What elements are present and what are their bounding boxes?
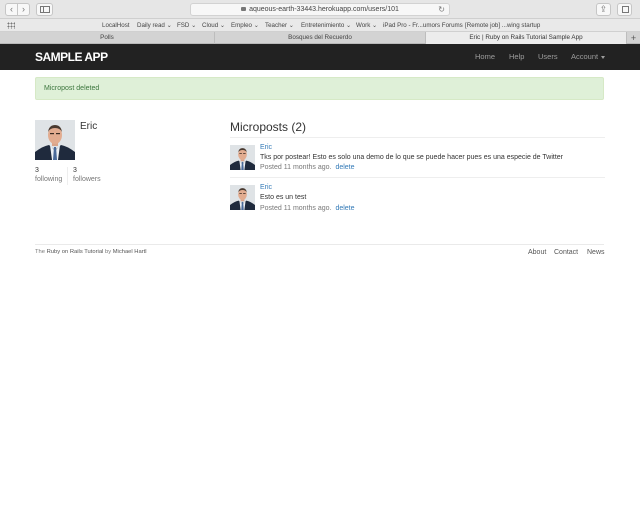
nav-home[interactable]: Home	[475, 44, 495, 70]
reload-icon[interactable]: ↻	[438, 4, 445, 15]
micropost-avatar[interactable]	[230, 145, 255, 170]
tabs-icon	[622, 6, 629, 13]
micropost-timestamp: Posted 11 months ago. delete	[260, 205, 355, 212]
bookmark-empleo[interactable]: Empleo ⌄	[231, 19, 259, 32]
stats-divider	[67, 167, 68, 185]
app-navbar: SAMPLE APP Home Help Users Account	[0, 44, 640, 70]
footer-about-link[interactable]: About	[528, 249, 546, 256]
address-bar[interactable]: aqueous-earth-33443.herokuapp.com/users/…	[190, 3, 450, 16]
sidebar-icon	[40, 6, 50, 13]
nav-users[interactable]: Users	[538, 44, 558, 70]
flash-message: Micropost deleted	[44, 85, 100, 92]
footer-by: by	[104, 249, 112, 255]
bookmark-localhost[interactable]: LocalHost	[102, 19, 130, 32]
tab-bar: Polls Bosques del Recuerdo Eric | Ruby o…	[0, 32, 640, 44]
share-button[interactable]: ⇪	[596, 3, 611, 16]
tab-polls[interactable]: Polls	[0, 32, 215, 44]
flash-success: Micropost deleted	[35, 77, 604, 100]
followers-count[interactable]: 3	[73, 167, 77, 174]
timestamp-text: Posted 11 months ago.	[260, 205, 332, 212]
sidebar-toggle-button[interactable]	[36, 3, 53, 16]
micropost-avatar[interactable]	[230, 185, 255, 210]
share-icon: ⇪	[599, 4, 608, 14]
lock-icon	[241, 7, 247, 11]
tab-overview-button[interactable]	[617, 3, 632, 16]
followers-label[interactable]: followers	[73, 176, 101, 183]
micropost-content: Tks por postear! Esto es solo una demo d…	[260, 154, 564, 161]
rails-tutorial-link[interactable]: Ruby on Rails Tutorial	[47, 249, 104, 255]
bookmark-remote-job[interactable]: [Remote job] ...wing startup	[465, 19, 540, 32]
footer-divider	[35, 244, 604, 245]
profile-avatar	[35, 120, 75, 160]
forward-button[interactable]: ›	[17, 3, 30, 16]
plus-icon: +	[630, 33, 637, 43]
chevron-left-icon: ‹	[10, 4, 13, 14]
profile-name: Eric	[80, 121, 98, 132]
grid-icon[interactable]	[7, 22, 15, 29]
bookmark-work[interactable]: Work ⌄	[356, 19, 377, 32]
footer-news-link[interactable]: News	[587, 249, 605, 256]
divider	[230, 177, 605, 178]
delete-link[interactable]: delete	[335, 205, 354, 212]
caret-down-icon	[601, 55, 606, 59]
bookmark-fsd[interactable]: FSD ⌄	[177, 19, 196, 32]
micropost-user-link[interactable]: Eric	[260, 144, 272, 151]
bookmark-entretenimiento[interactable]: Entretenimiento ⌄	[301, 19, 351, 32]
footer-contact-link[interactable]: Contact	[554, 249, 578, 256]
microposts-heading: Microposts (2)	[230, 120, 307, 134]
footer-prefix: The	[35, 249, 45, 255]
footer-credit: The Ruby on Rails Tutorial by Michael Ha…	[35, 249, 147, 255]
timestamp-text: Posted 11 months ago.	[260, 164, 332, 171]
new-tab-button[interactable]: +	[627, 32, 640, 44]
delete-link[interactable]: delete	[335, 164, 354, 171]
following-label[interactable]: following	[35, 176, 62, 183]
following-count[interactable]: 3	[35, 167, 39, 174]
bookmark-ipad-pro[interactable]: iPad Pro - Fr...umors Forums	[383, 19, 463, 32]
micropost-content: Esto es un test	[260, 194, 307, 201]
micropost-timestamp: Posted 11 months ago. delete	[260, 164, 355, 171]
micropost-user-link[interactable]: Eric	[260, 184, 272, 191]
tab-bosques[interactable]: Bosques del Recuerdo	[215, 32, 426, 44]
tab-sample-app[interactable]: Eric | Ruby on Rails Tutorial Sample App	[426, 32, 627, 44]
nav-account-dropdown[interactable]: Account	[571, 44, 606, 70]
bookmarks-bar: LocalHost Daily read ⌄ FSD ⌄ Cloud ⌄ Emp…	[0, 19, 640, 32]
author-link[interactable]: Michael Hartl	[113, 249, 147, 255]
nav-help[interactable]: Help	[509, 44, 524, 70]
nav-account-label: Account	[571, 52, 599, 61]
divider	[230, 137, 605, 138]
chevron-right-icon: ›	[22, 4, 25, 14]
browser-toolbar: ‹ › aqueous-earth-33443.herokuapp.com/us…	[0, 0, 640, 19]
bookmark-daily-read[interactable]: Daily read ⌄	[137, 19, 172, 32]
bookmark-cloud[interactable]: Cloud ⌄	[202, 19, 225, 32]
brand-logo[interactable]: SAMPLE APP	[35, 50, 108, 64]
url-text: aqueous-earth-33443.herokuapp.com/users/…	[249, 6, 399, 13]
bookmark-teacher[interactable]: Teacher ⌄	[265, 19, 294, 32]
